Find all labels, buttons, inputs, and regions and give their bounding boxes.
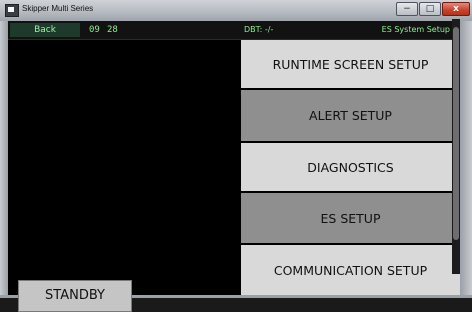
app-window: Skipper Multi Series − □ x Back 09 28 DB… bbox=[0, 0, 472, 312]
page-title: ES System Setup bbox=[381, 25, 450, 34]
dbt-readout: DBT: -/- bbox=[244, 25, 274, 34]
minimize-button[interactable]: − bbox=[396, 2, 418, 16]
menu-item-runtime-screen-setup[interactable]: RUNTIME SCREEN SETUP bbox=[241, 40, 460, 88]
maximize-button[interactable]: □ bbox=[419, 2, 441, 16]
back-button[interactable]: Back bbox=[10, 23, 80, 37]
app-content: Back 09 28 DBT: -/- ES System Setup STAN… bbox=[8, 21, 460, 312]
close-button[interactable]: x bbox=[442, 2, 470, 16]
scrollbar-thumb[interactable] bbox=[453, 27, 459, 240]
app-icon bbox=[5, 4, 19, 17]
menu-item-diagnostics[interactable]: DIAGNOSTICS bbox=[241, 143, 460, 191]
window-frame-right bbox=[460, 21, 472, 298]
menu-scrollbar[interactable] bbox=[452, 19, 460, 274]
menu-item-communication-setup[interactable]: COMMUNICATION SETUP bbox=[241, 245, 460, 295]
menu-item-es-setup[interactable]: ES SETUP bbox=[241, 193, 460, 243]
status-header: Back 09 28 DBT: -/- ES System Setup bbox=[8, 21, 460, 40]
window-frame-left bbox=[0, 21, 8, 298]
header-value-a: 09 bbox=[89, 25, 100, 35]
window-title: Skipper Multi Series bbox=[22, 4, 94, 13]
menu-item-alert-setup[interactable]: ALERT SETUP bbox=[241, 90, 460, 141]
header-value-b: 28 bbox=[107, 25, 118, 35]
standby-button[interactable]: STANDBY bbox=[18, 280, 132, 312]
title-bar[interactable]: Skipper Multi Series − □ x bbox=[0, 0, 472, 22]
setup-menu: RUNTIME SCREEN SETUP ALERT SETUP DIAGNOS… bbox=[241, 40, 460, 295]
display-panel: STANDBY bbox=[8, 40, 241, 312]
